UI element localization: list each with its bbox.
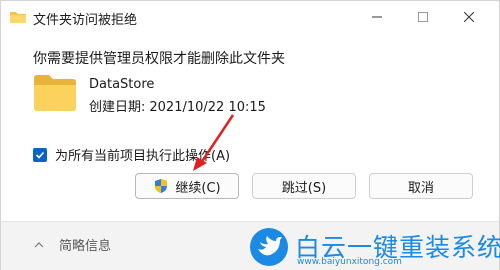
folder-icon — [10, 12, 26, 23]
continue-button[interactable]: 继续(C) — [135, 173, 239, 199]
cancel-button[interactable]: 取消 — [369, 173, 473, 199]
continue-label: 继续(C) — [175, 180, 221, 196]
item-date: 创建日期: 2021/10/22 10:15 — [89, 96, 266, 115]
item-date-label: 创建日期: — [89, 100, 146, 115]
details-label: 简略信息 — [59, 239, 112, 254]
skip-button[interactable]: 跳过(S) — [252, 173, 356, 199]
watermark-url: www.baiyunxitong.com — [297, 257, 402, 267]
apply-to-all-checkbox[interactable] — [33, 147, 47, 162]
maximize-icon — [418, 12, 428, 22]
skip-label: 跳过(S) — [281, 180, 327, 196]
checkmark-icon — [35, 151, 45, 159]
annotation-arrow-icon — [193, 114, 235, 171]
minimize-icon — [372, 16, 382, 18]
maximize-button[interactable] — [400, 1, 446, 33]
watermark: 白云一键重装系统 www.baiyunxitong.com — [249, 227, 500, 269]
close-button[interactable] — [446, 1, 492, 33]
folder-icon — [34, 75, 76, 111]
uac-shield-icon — [155, 179, 168, 193]
close-icon — [464, 12, 474, 22]
details-toggle[interactable]: 简略信息 — [33, 235, 111, 254]
bird-logo-icon — [250, 228, 288, 266]
window-title: 文件夹访问被拒绝 — [33, 13, 138, 28]
permission-message: 你需要提供管理员权限才能删除此文件夹 — [33, 51, 285, 67]
cancel-label: 取消 — [407, 180, 434, 196]
minimize-button[interactable] — [354, 1, 400, 33]
folder-access-denied-dialog: 文件夹访问被拒绝 你需要提供管理员权限才能删除此文件夹 DataStore 创建… — [0, 0, 500, 270]
chevron-up-icon — [34, 241, 44, 247]
item-name: DataStore — [89, 77, 155, 92]
title-bar[interactable]: 文件夹访问被拒绝 — [1, 1, 499, 35]
